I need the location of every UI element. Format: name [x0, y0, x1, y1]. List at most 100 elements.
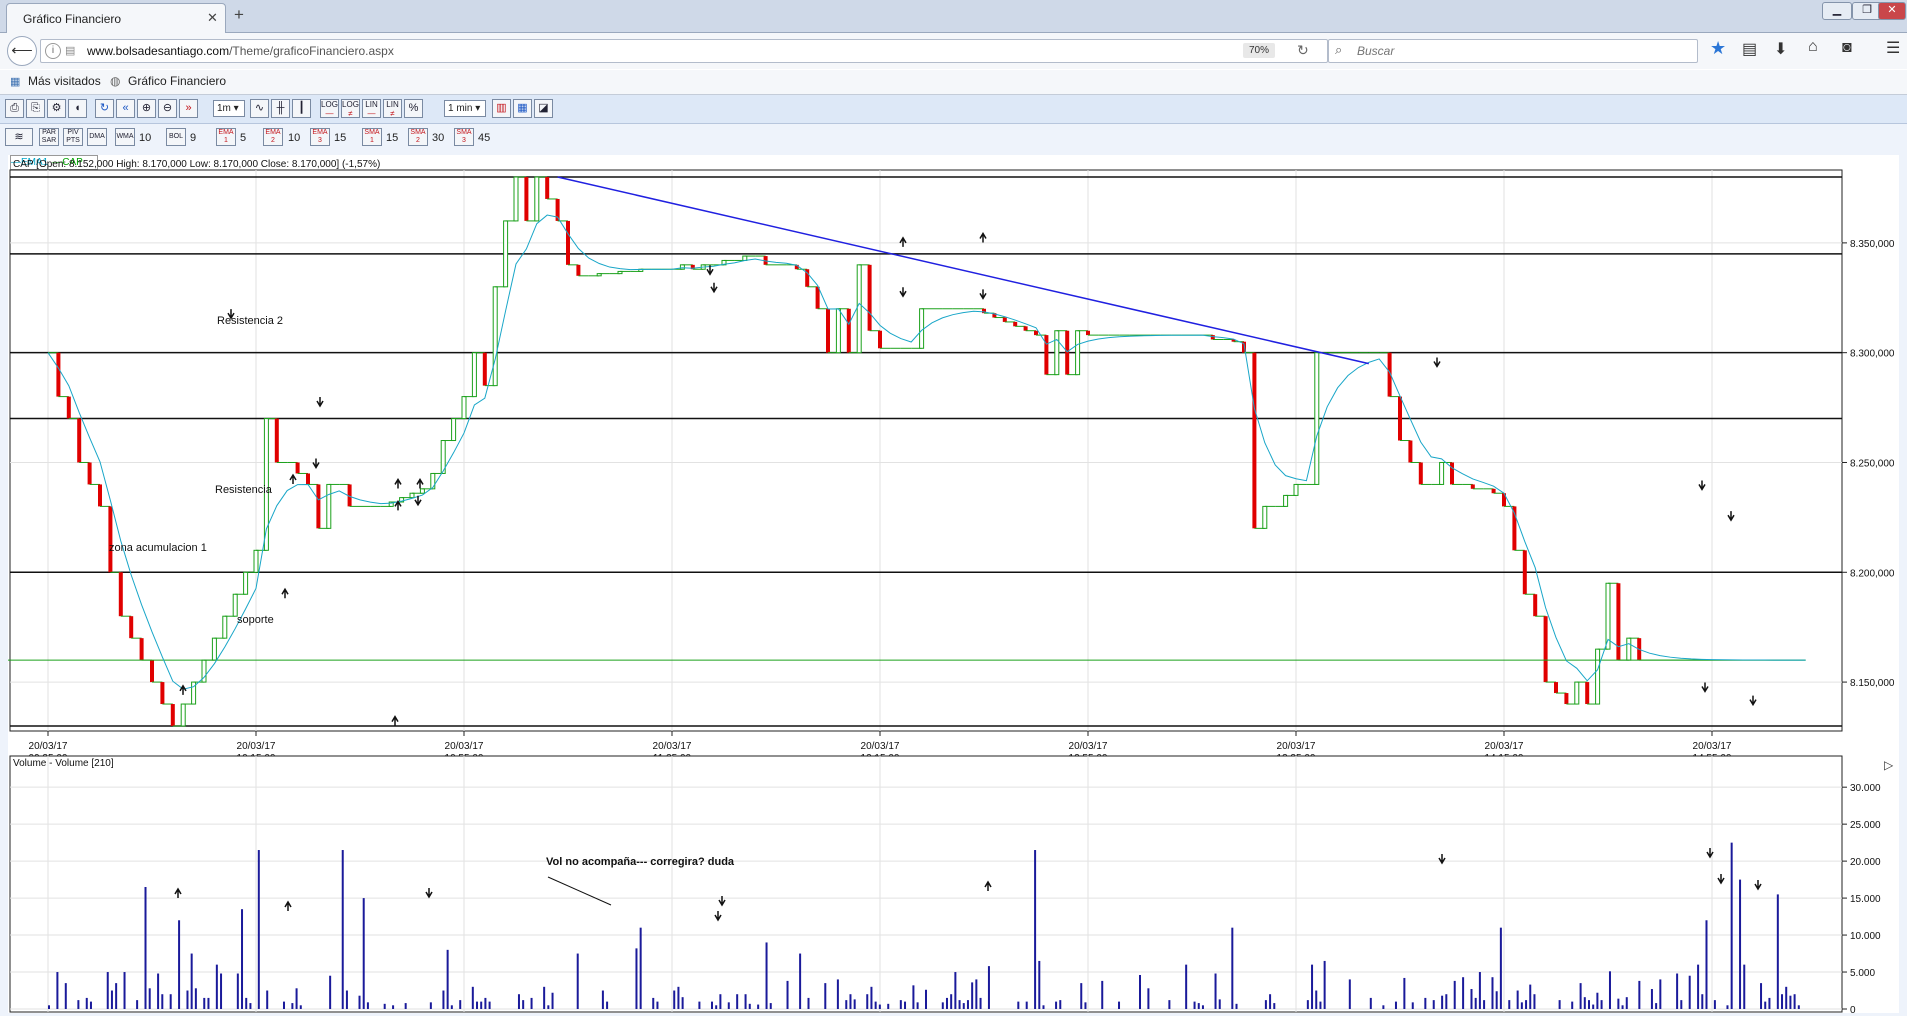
candlestick-icon[interactable]: ┃ [292, 99, 311, 118]
sma1-value[interactable]: 15 [386, 132, 398, 144]
wma-button[interactable]: WMA [115, 128, 135, 146]
browser-tab[interactable]: Gráfico Financiero ✕ [6, 3, 226, 33]
dma-button[interactable]: DMA [87, 128, 107, 146]
volume-bar [1789, 995, 1792, 1009]
sma3-value[interactable]: 45 [478, 132, 490, 144]
ema1-button[interactable]: EMA 1 [216, 128, 236, 146]
menu-icon[interactable]: ☰ [1886, 38, 1900, 58]
volume-bar [89, 1001, 92, 1009]
volume-bar [220, 973, 223, 1009]
y-tick-label: 8.200,000 [1850, 568, 1895, 579]
y-tick-label: 8.300,000 [1850, 349, 1895, 360]
price-bar-down [316, 484, 321, 529]
bookmark-star-icon[interactable]: ★ [1710, 38, 1726, 59]
volume-bar [836, 979, 839, 1009]
refresh-icon[interactable]: ↻ [95, 99, 114, 118]
ema2-button[interactable]: EMA 2 [263, 128, 283, 146]
interval-select[interactable]: 1m ▾ [213, 100, 245, 117]
volume-bar [1583, 997, 1586, 1009]
search-input[interactable] [1355, 40, 1689, 62]
bol-button[interactable]: BOL [166, 128, 186, 146]
percent-button[interactable]: % [404, 99, 423, 118]
volume-bar [1608, 971, 1611, 1009]
sma2-value[interactable]: 30 [432, 132, 444, 144]
zoom-out-icon[interactable]: ⊖ [158, 99, 177, 118]
site-info-icon[interactable]: i [45, 43, 61, 59]
price-bar-up [326, 483, 332, 529]
sma1-button[interactable]: SMA 1 [362, 128, 382, 146]
sma3-button[interactable]: SMA 3 [454, 128, 474, 146]
tab-close-icon[interactable]: ✕ [207, 10, 218, 26]
reload-icon[interactable]: ↻ [1297, 42, 1309, 59]
volume-bar [958, 1000, 961, 1009]
price-bar-down [545, 177, 550, 199]
sound-icon[interactable]: ◖ [68, 99, 87, 118]
par-sar-button[interactable]: PAR SAR [39, 128, 59, 146]
search-bar[interactable]: ⌕ [1328, 39, 1698, 63]
volume-bar [887, 1003, 890, 1009]
volume-bar [282, 1001, 285, 1009]
volume-bar [1525, 1000, 1528, 1009]
home-icon[interactable]: ⌂ [1808, 38, 1818, 56]
wma-value[interactable]: 10 [139, 132, 151, 144]
ema3-button[interactable]: EMA 3 [310, 128, 330, 146]
scroll-left-icon[interactable]: « [116, 99, 135, 118]
pocket-icon[interactable]: ◙ [1842, 39, 1852, 57]
print-icon[interactable]: ⎙ [5, 99, 24, 118]
log-button[interactable]: LOG ― [320, 99, 339, 118]
log-off-button[interactable]: LOG ≠ [341, 99, 360, 118]
minimize-window-button[interactable]: ▁ [1822, 2, 1852, 20]
ema1-value[interactable]: 5 [240, 132, 246, 144]
scroll-right-icon[interactable]: » [179, 99, 198, 118]
chart-type-icon[interactable]: ▥ [492, 99, 511, 118]
bookmark-most-visited[interactable]: Más visitados [28, 74, 101, 88]
sma2-button[interactable]: SMA 2 [408, 128, 428, 146]
zoom-level-badge[interactable]: 70% [1243, 43, 1275, 58]
price-bar-up [534, 176, 540, 222]
volume-tick-label: 0 [1850, 1005, 1856, 1013]
chart-area[interactable]: —EMA1 —CAP CAP [Open: 8.152,000 High: 8.1… [8, 155, 1899, 1013]
new-tab-button[interactable]: + [234, 5, 244, 25]
price-bar-up [919, 308, 925, 349]
volume-panel-frame [9, 755, 1843, 1013]
url-bar[interactable]: i ▤ www.bolsadesantiago.com/Theme/grafic… [40, 39, 1328, 63]
volume-bar [1403, 977, 1406, 1009]
downloads-icon[interactable]: ⬇ [1774, 39, 1787, 59]
zoom-in-icon[interactable]: ⊕ [137, 99, 156, 118]
volume-bar [1231, 927, 1234, 1009]
volume-bar [106, 972, 109, 1009]
tab-title: Gráfico Financiero [23, 12, 122, 26]
price-volume-chart[interactable]: CAP [Open: 8.152,000 High: 8.170,000 Low… [8, 155, 1899, 1013]
ema3-value[interactable]: 15 [334, 132, 346, 144]
price-bar-up [1314, 352, 1320, 485]
volume-bar [1453, 980, 1456, 1009]
indicator-toggle-icon[interactable]: ≋ [5, 128, 33, 146]
volume-bar [236, 973, 239, 1009]
url-text[interactable]: www.bolsadesantiago.com/Theme/graficoFin… [87, 44, 394, 58]
back-button[interactable]: ⟵ [7, 36, 37, 66]
lin-button[interactable]: LIN ― [362, 99, 381, 118]
bol-value[interactable]: 9 [190, 132, 196, 144]
settings-icon[interactable]: ⚙ [47, 99, 66, 118]
bookmark-grafico-financiero[interactable]: Gráfico Financiero [128, 74, 226, 88]
close-window-button[interactable]: ✕ [1878, 2, 1906, 20]
printer-setup-icon[interactable]: ⎘ [26, 99, 45, 118]
volume-bar [543, 986, 546, 1009]
color-scheme-icon[interactable]: ▦ [513, 99, 532, 118]
line-chart-icon[interactable]: ∿ [250, 99, 269, 118]
volume-bar [404, 1003, 407, 1009]
piv-pts-button[interactable]: PIV PTS [63, 128, 83, 146]
volume-bar [1432, 1000, 1435, 1009]
period-select[interactable]: 1 min ▾ [444, 100, 486, 117]
volume-bar [1269, 994, 1272, 1009]
price-bar-up [492, 286, 498, 387]
ema2-value[interactable]: 10 [288, 132, 300, 144]
volume-bar [1483, 1000, 1486, 1009]
lin-off-button[interactable]: LIN ≠ [383, 99, 402, 118]
reading-list-icon[interactable]: ▤ [1742, 39, 1757, 59]
volume-bar [1462, 977, 1465, 1009]
volume-bar [1596, 992, 1599, 1009]
bar-chart-icon[interactable]: ╫ [271, 99, 290, 118]
volume-bar [1739, 879, 1742, 1009]
export-icon[interactable]: ◪ [534, 99, 553, 118]
